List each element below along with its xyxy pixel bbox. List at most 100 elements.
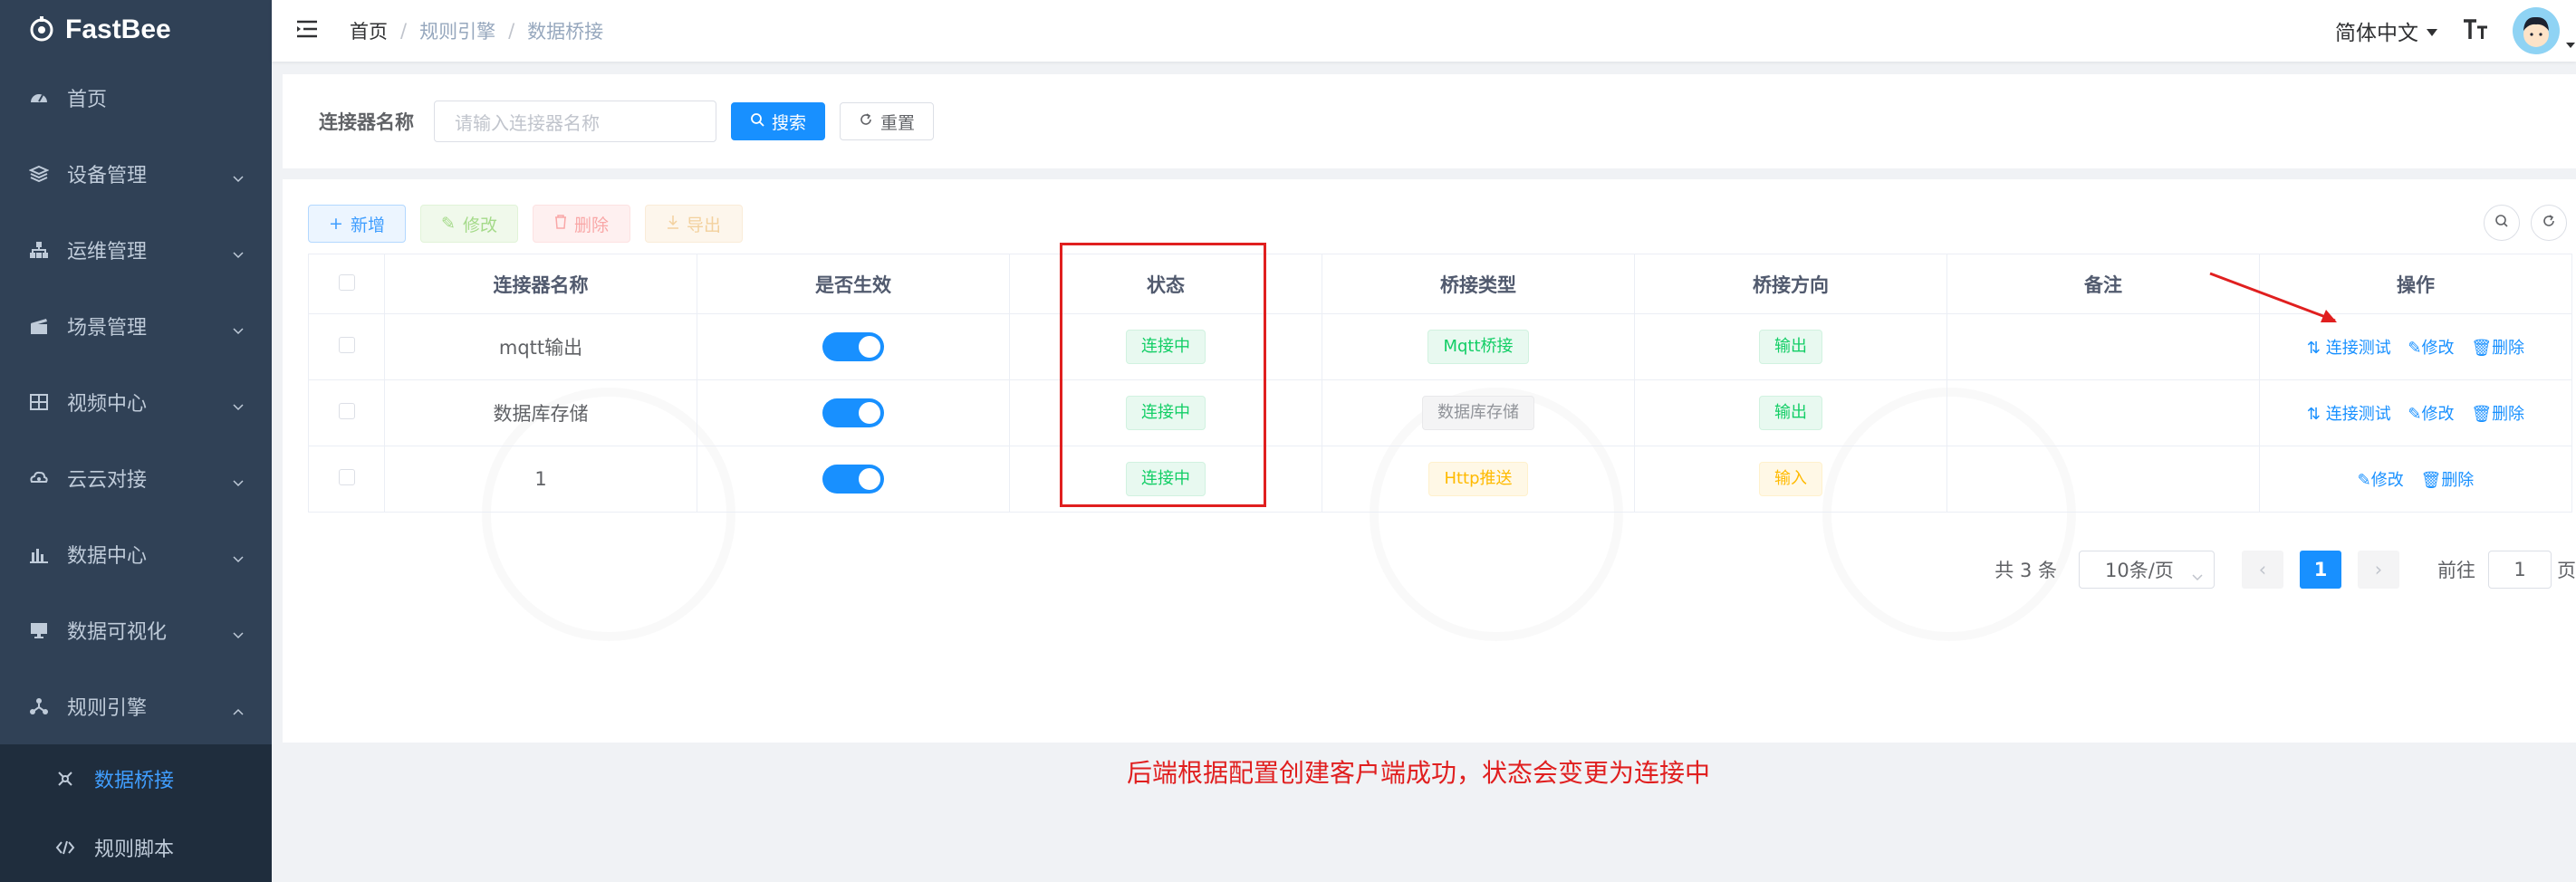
- delete-link[interactable]: 🗑删除: [2420, 471, 2474, 490]
- add-button[interactable]: + 新增: [308, 205, 406, 243]
- sidebar-item-scene[interactable]: 场景管理: [0, 288, 272, 364]
- dashboard-icon: [27, 86, 51, 110]
- annotation-arrow: [2209, 272, 2337, 322]
- chevron-down-icon: [232, 395, 245, 417]
- delete-button[interactable]: 删除: [533, 205, 630, 243]
- sidebar-subitem-rule-script[interactable]: 规则脚本: [0, 813, 272, 882]
- annotation-text: 后端根据配置创建客户端成功，状态会变更为连接中: [1127, 758, 1711, 788]
- column-header: 桥接方向: [1634, 254, 1947, 314]
- enabled-switch[interactable]: [822, 332, 884, 361]
- reset-button[interactable]: 重置: [840, 102, 935, 140]
- sidebar-item-home[interactable]: 首页: [0, 60, 272, 136]
- select-all-checkbox[interactable]: [338, 273, 355, 291]
- connection-test-link[interactable]: ⇅ 连接测试: [2307, 339, 2391, 358]
- avatar-caret-icon[interactable]: [2565, 35, 2576, 53]
- breadcrumb: 首页 / 规则引擎 / 数据桥接: [350, 17, 603, 44]
- chevron-down-icon: [2192, 564, 2203, 586]
- hamburger-icon[interactable]: [295, 19, 319, 43]
- edit-button-label: 修改: [462, 215, 497, 235]
- total-count: 共 3 条: [1994, 560, 2057, 581]
- column-header: 是否生效: [697, 254, 1010, 314]
- main-content: + 新增 ✎ 修改 删除 导出 连接器名称 是否生效 状态 桥接类型 桥接方向 备注…: [283, 179, 2576, 788]
- edit-button[interactable]: ✎ 修改: [420, 205, 518, 243]
- sidebar-item-device[interactable]: 设备管理: [0, 136, 272, 212]
- edit-link[interactable]: ✎修改: [2408, 405, 2454, 424]
- delete-link[interactable]: 🗑删除: [2471, 405, 2524, 424]
- connector-name-input[interactable]: 请输入连接器名称: [434, 101, 716, 142]
- sidebar-item-ops[interactable]: 运维管理: [0, 212, 272, 288]
- sidebar-item-label: 数据中心: [67, 545, 148, 568]
- column-header: 连接器名称: [384, 254, 697, 314]
- goto-suffix: 页: [2557, 560, 2576, 581]
- sidebar-item-data-center[interactable]: 数据中心: [0, 516, 272, 592]
- highlight-box: [1060, 243, 1266, 507]
- goto-page-input[interactable]: 1: [2488, 551, 2552, 589]
- sidebar-item-label: 首页: [67, 89, 108, 111]
- sidebar-item-cloud[interactable]: 云云对接: [0, 440, 272, 516]
- sidebar-item-label: 场景管理: [67, 317, 148, 340]
- row-checkbox[interactable]: [338, 403, 355, 419]
- download-icon: [667, 214, 679, 234]
- search-button-label: 搜索: [772, 112, 807, 133]
- page-size-label: 10条/页: [2105, 560, 2174, 581]
- row-checkbox[interactable]: [338, 337, 355, 353]
- breadcrumb-item[interactable]: 规则引擎: [419, 17, 495, 44]
- language-label: 简体中文: [2335, 22, 2418, 45]
- enabled-switch[interactable]: [822, 465, 884, 494]
- next-page-button[interactable]: ›: [2358, 551, 2399, 589]
- font-size-icon[interactable]: [2462, 17, 2489, 44]
- refresh-table-button[interactable]: [2531, 205, 2567, 241]
- reset-button-label: 重置: [880, 112, 916, 133]
- toggle-search-button[interactable]: [2484, 205, 2520, 241]
- page-number-button[interactable]: 1: [2300, 551, 2341, 589]
- language-select[interactable]: 简体中文: [2335, 15, 2438, 46]
- column-header: 桥接类型: [1322, 254, 1635, 314]
- search-button[interactable]: 搜索: [731, 102, 826, 140]
- caret-down-icon: [2426, 19, 2438, 43]
- logo[interactable]: FastBee: [0, 0, 272, 60]
- chevron-right-icon: ›: [2374, 559, 2383, 580]
- sidebar-subitem-data-bridge[interactable]: 数据桥接: [0, 744, 272, 813]
- breadcrumb-item[interactable]: 首页: [350, 17, 388, 44]
- row-checkbox[interactable]: [338, 469, 355, 485]
- edit-link[interactable]: ✎修改: [2358, 471, 2404, 490]
- enabled-switch[interactable]: [822, 398, 884, 427]
- table-row: 数据库存储 连接中 数据库存储 输出 ⇅ 连接测试 ✎修改 🗑删除: [308, 379, 2572, 446]
- export-button[interactable]: 导出: [645, 205, 743, 243]
- op-label: 修改: [2421, 339, 2455, 358]
- layers-icon: [27, 162, 51, 186]
- input-placeholder: 请输入连接器名称: [455, 111, 600, 134]
- page-size-select[interactable]: 10条/页: [2079, 551, 2215, 589]
- refresh-icon: [2542, 214, 2556, 232]
- clapper-icon: [27, 314, 51, 338]
- top-right-tools: 简体中文: [2335, 0, 2576, 62]
- prev-page-button[interactable]: ‹: [2242, 551, 2283, 589]
- bridge-type-badge: 数据库存储: [1422, 396, 1534, 430]
- breadcrumb-separator: /: [508, 20, 515, 42]
- op-label: 删除: [2492, 339, 2525, 358]
- op-label: 修改: [2421, 405, 2455, 424]
- chevron-up-icon: [232, 699, 245, 722]
- connector-name-cell: 数据库存储: [384, 379, 697, 446]
- op-label: 删除: [2492, 405, 2525, 424]
- sidebar-item-rule-engine[interactable]: 规则引擎: [0, 668, 272, 744]
- direction-badge: 输出: [1759, 396, 1822, 430]
- sidebar-item-label: 设备管理: [67, 165, 148, 187]
- sidebar-item-video[interactable]: 视频中心: [0, 364, 272, 440]
- select-all-cell[interactable]: [308, 254, 385, 314]
- refresh-icon: [859, 112, 873, 131]
- avatar[interactable]: [2513, 7, 2560, 54]
- search-icon: [750, 112, 764, 131]
- grid-icon: [27, 390, 51, 414]
- edit-link[interactable]: ✎修改: [2408, 339, 2454, 358]
- sidebar-item-visualization[interactable]: 数据可视化: [0, 592, 272, 668]
- table-row: 1 连接中 Http推送 输入 ✎修改 🗑删除: [308, 446, 2572, 513]
- direction-badge: 输入: [1759, 462, 1822, 496]
- connection-test-link[interactable]: ⇅ 连接测试: [2307, 405, 2391, 424]
- sidebar-item-label: 数据可视化: [67, 621, 168, 644]
- connector-name-cell: 1: [384, 446, 697, 513]
- trash-icon: [554, 214, 567, 234]
- sidebar-subitem-label: 数据桥接: [94, 770, 175, 792]
- table-toolbar: + 新增 ✎ 修改 删除 导出: [308, 205, 757, 243]
- delete-link[interactable]: 🗑删除: [2471, 339, 2524, 358]
